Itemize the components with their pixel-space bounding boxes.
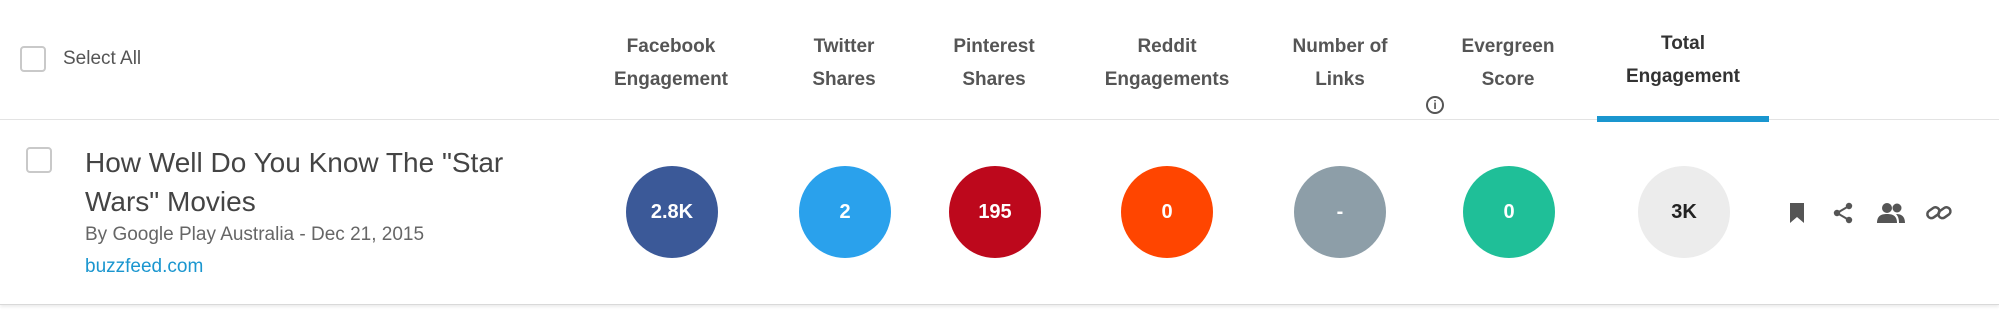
article-domain-link[interactable]: buzzfeed.com [85,256,203,278]
reddit-engagements-value: 0 [1121,166,1213,258]
column-pinterest-shares[interactable]: Pinterest Shares [909,30,1079,96]
results-panel: Select All Facebook Engagement Twitter S… [0,0,1999,305]
total-engagement-value: 3K [1638,166,1730,258]
column-total-engagement[interactable]: Total Engagement [1598,27,1768,93]
column-reddit-engagements[interactable]: Reddit Engagements [1082,30,1252,96]
table-header: Select All Facebook Engagement Twitter S… [0,0,1999,122]
users-icon[interactable] [1876,200,1906,226]
select-all-checkbox[interactable] [20,46,46,72]
article-byline: By Google Play Australia - Dec 21, 2015 [85,224,425,245]
link-icon[interactable] [1924,200,1954,226]
twitter-shares-value: 2 [799,166,891,258]
column-twitter-shares[interactable]: Twitter Shares [759,30,929,96]
select-all-label: Select All [63,48,142,69]
article-title[interactable]: How Well Do You Know The "Star Wars" Mov… [85,143,545,221]
evergreen-score-value: 0 [1463,166,1555,258]
column-number-of-links[interactable]: Number of Links [1255,30,1425,96]
facebook-engagement-value: 2.8K [626,166,718,258]
pinterest-shares-value: 195 [949,166,1041,258]
column-facebook-engagement[interactable]: Facebook Engagement [586,30,756,96]
share-icon[interactable] [1828,200,1858,226]
table-row: How Well Do You Know The "Star Wars" Mov… [0,121,1999,304]
bookmark-icon[interactable] [1782,200,1812,226]
row-checkbox[interactable] [26,147,52,173]
number-of-links-value: - [1294,166,1386,258]
column-evergreen-score[interactable]: Evergreen Score i [1423,30,1593,114]
info-circle-icon[interactable]: i [1426,96,1444,114]
select-all-control[interactable]: Select All [20,46,141,72]
